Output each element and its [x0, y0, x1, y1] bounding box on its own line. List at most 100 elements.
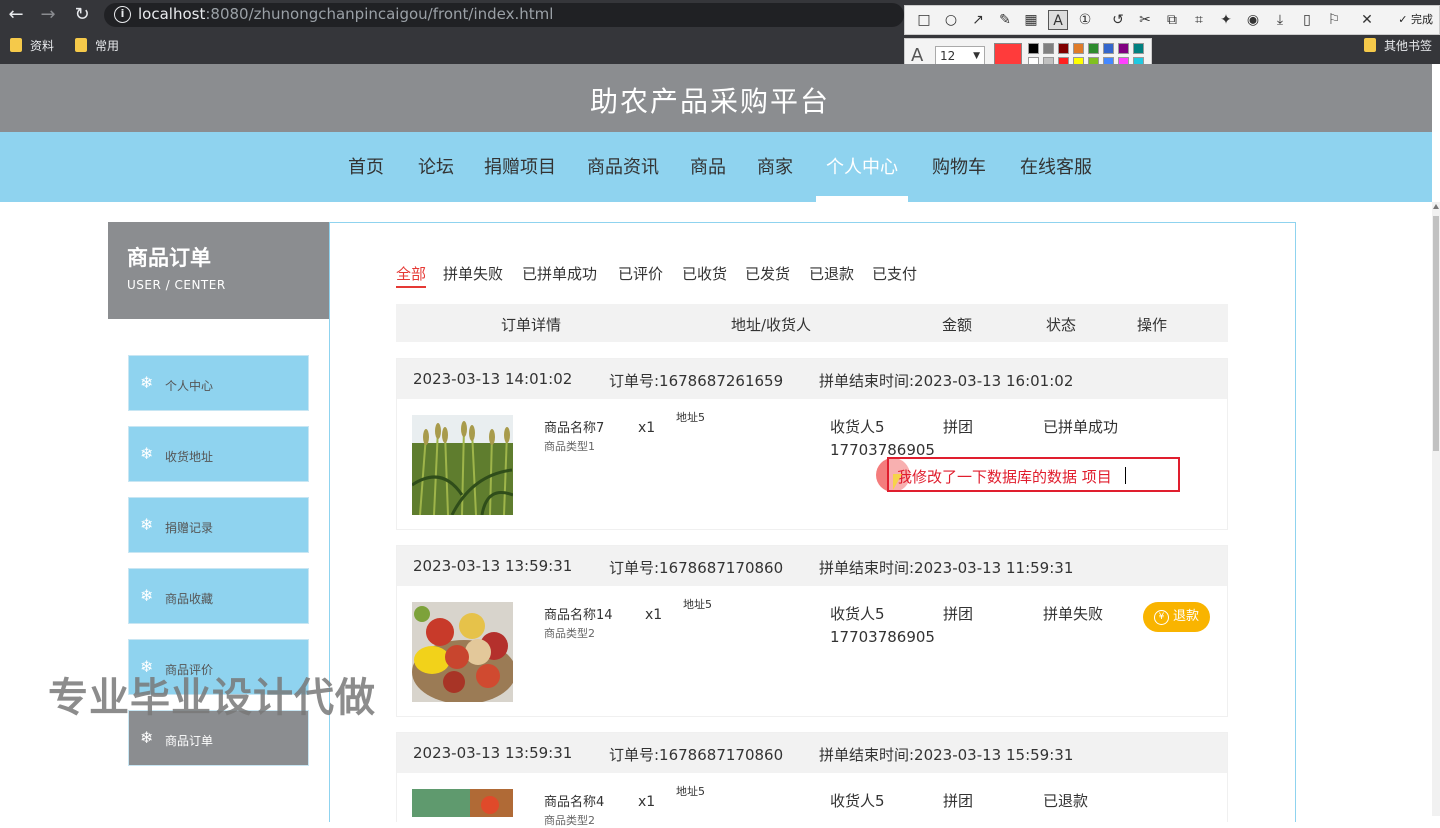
color-swatch[interactable]: [1133, 43, 1144, 54]
color-swatch[interactable]: [1088, 43, 1099, 54]
undo-icon[interactable]: ↺: [1108, 10, 1128, 30]
nav-user-center[interactable]: 个人中心: [826, 153, 898, 179]
bookmark-folder[interactable]: 常用: [75, 37, 119, 54]
order-number: 订单号:1678687261659: [609, 372, 784, 390]
order-number: 订单号:1678687170860: [609, 746, 784, 764]
other-bookmarks[interactable]: 其他书签: [1364, 37, 1432, 54]
order-card: 2023-03-13 13:59:31 订单号:1678687170860 拼单…: [396, 545, 1228, 717]
annotation-text-box[interactable]: 我修改了一下数据库的数据 项目: [887, 457, 1180, 492]
tab-group-success[interactable]: 已拼单成功: [522, 263, 597, 284]
back-icon[interactable]: ←: [6, 5, 26, 25]
mouse-pointer-icon: [893, 474, 902, 490]
product-name[interactable]: 商品名称4: [544, 791, 604, 810]
text-tool-icon[interactable]: A: [1048, 10, 1068, 30]
scroll-thumb[interactable]: [1433, 216, 1439, 451]
tab-received[interactable]: 已收货: [682, 263, 727, 284]
order-amount: 拼团: [943, 418, 974, 436]
cut-icon[interactable]: ✂: [1135, 10, 1155, 30]
page-scrollbar[interactable]: [1432, 202, 1440, 816]
folder-icon: [1364, 38, 1376, 52]
order-address: 地址5: [683, 598, 712, 611]
nav-home[interactable]: 首页: [348, 153, 384, 179]
receiver-info: 收货人5 17703786905: [830, 603, 935, 649]
done-button[interactable]: ✓ 完成: [1398, 11, 1433, 27]
folder-icon: [10, 38, 22, 52]
check-icon: ✓: [1398, 13, 1408, 26]
mosaic-icon[interactable]: ▦: [1021, 10, 1041, 30]
tab-all[interactable]: 全部: [396, 263, 427, 288]
tab-shipped[interactable]: 已发货: [745, 263, 790, 284]
tab-group-failed[interactable]: 拼单失败: [443, 263, 503, 284]
nav-forum[interactable]: 论坛: [418, 153, 454, 179]
order-address: 地址5: [676, 785, 705, 798]
color-swatch[interactable]: [1073, 43, 1084, 54]
product-name[interactable]: 商品名称14: [544, 604, 613, 623]
close-icon[interactable]: ✕: [1357, 10, 1377, 30]
record-icon[interactable]: ◉: [1243, 10, 1263, 30]
arrow-icon[interactable]: ↗: [968, 10, 988, 30]
annotation-text: 我修改了一下数据库的数据 项目: [897, 468, 1112, 486]
number-icon[interactable]: ①: [1075, 10, 1095, 30]
sidebar-item-address[interactable]: ❄ 收货地址: [128, 426, 309, 482]
tab-reviewed[interactable]: 已评价: [618, 263, 663, 284]
product-type: 商品类型1: [544, 440, 595, 453]
font-icon: A: [911, 45, 924, 66]
rectangle-icon[interactable]: □: [914, 10, 934, 30]
color-swatch[interactable]: [1043, 43, 1054, 54]
ellipse-icon[interactable]: ○: [941, 10, 961, 30]
sidebar-item-donation-records[interactable]: ❄ 捐赠记录: [128, 497, 309, 553]
nav-product-news[interactable]: 商品资讯: [587, 153, 659, 179]
scroll-up-icon[interactable]: [1433, 204, 1439, 209]
order-card: 2023-03-13 13:59:31 订单号:1678687170860 拼单…: [396, 732, 1228, 827]
tab-paid[interactable]: 已支付: [872, 263, 917, 284]
receiver-name: 收货人5: [830, 418, 885, 436]
reload-icon[interactable]: ↻: [72, 5, 92, 25]
receiver-name: 收货人5: [830, 792, 885, 810]
order-amount: 拼团: [943, 792, 974, 810]
sidebar-item-favorites[interactable]: ❄ 商品收藏: [128, 568, 309, 624]
site-title: 助农产品采购平台: [589, 85, 830, 118]
product-image[interactable]: [412, 415, 513, 515]
order-status: 拼单失败: [1043, 605, 1104, 623]
annotation-toolbar: □ ○ ↗ ✎ ▦ A ① ↺ ✂ ⧉ ⌗ ✦ ◉ ⤓ ▯ ⚐ ✕ ✓ 完成: [904, 5, 1440, 35]
snowflake-icon: ❄: [140, 444, 154, 463]
color-swatch[interactable]: [1058, 43, 1069, 54]
color-swatch[interactable]: [1028, 43, 1039, 54]
nav-customer-service[interactable]: 在线客服: [1020, 153, 1092, 179]
product-image[interactable]: [412, 602, 513, 702]
bookmark-icon[interactable]: ⚐: [1324, 10, 1344, 30]
pen-icon[interactable]: ✎: [995, 10, 1015, 30]
color-swatch[interactable]: [1118, 43, 1129, 54]
nav-cart[interactable]: 购物车: [932, 153, 986, 179]
download-icon[interactable]: ⤓: [1270, 10, 1290, 30]
translate-icon[interactable]: ⧉: [1162, 10, 1182, 30]
sidebar-item-user-center[interactable]: ❄ 个人中心: [128, 355, 309, 411]
nav-donation[interactable]: 捐赠项目: [484, 153, 556, 179]
nav-merchants[interactable]: 商家: [757, 153, 793, 179]
nav-products[interactable]: 商品: [690, 153, 726, 179]
order-header: 2023-03-13 13:59:31 订单号:1678687170860 拼单…: [397, 733, 1227, 773]
yen-icon: ¥: [1153, 610, 1169, 625]
pin-icon[interactable]: ✦: [1216, 10, 1236, 30]
column-address: 地址/收货人: [731, 316, 812, 334]
bookmark-folder[interactable]: 资料: [10, 37, 54, 54]
text-caret: [1125, 467, 1126, 484]
refund-button[interactable]: ¥ 退款: [1143, 602, 1210, 632]
order-header: 2023-03-13 13:59:31 订单号:1678687170860 拼单…: [397, 546, 1227, 586]
tab-refunded[interactable]: 已退款: [809, 263, 854, 284]
order-amount: 拼团: [943, 605, 974, 623]
product-quantity: x1: [638, 420, 656, 436]
product-quantity: x1: [645, 607, 663, 623]
address-bar[interactable]: i localhost:8080/zhunongchanpincaigou/fr…: [104, 3, 904, 27]
color-swatch[interactable]: [1103, 43, 1114, 54]
font-size-select[interactable]: 12 ▼: [935, 46, 985, 66]
product-name[interactable]: 商品名称7: [544, 417, 604, 436]
product-image[interactable]: [412, 789, 513, 817]
info-icon[interactable]: i: [114, 6, 131, 23]
product-type: 商品类型2: [544, 814, 595, 827]
phone-icon[interactable]: ▯: [1297, 10, 1317, 30]
crop-icon[interactable]: ⌗: [1189, 10, 1209, 30]
order-card: 2023-03-13 14:01:02 订单号:1678687261659 拼单…: [396, 358, 1228, 530]
order-time: 2023-03-13 14:01:02: [413, 370, 573, 388]
forward-icon[interactable]: →: [38, 5, 58, 25]
